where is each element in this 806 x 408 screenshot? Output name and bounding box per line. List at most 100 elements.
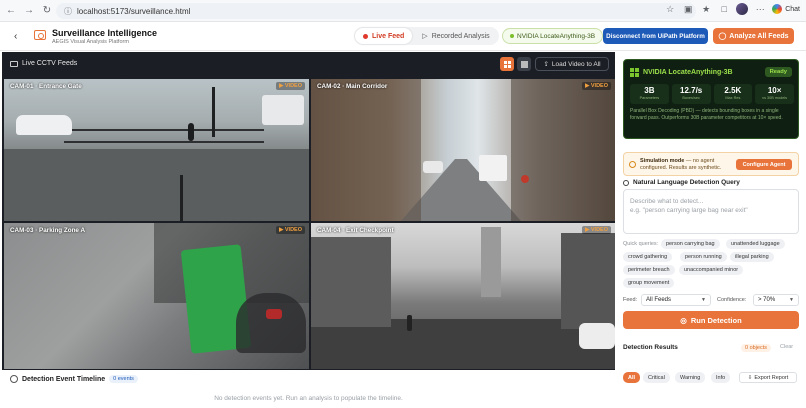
url-text: localhost:5173/surveillance.html — [77, 6, 191, 16]
feed-label: Feed: — [623, 297, 638, 303]
filter-all[interactable]: All — [623, 372, 641, 383]
vehicle — [579, 323, 615, 349]
timeline-count-badge: 0 events — [109, 375, 138, 383]
quick-query-chip[interactable]: unattended luggage — [726, 239, 785, 249]
forward-arrow-icon[interactable]: → — [22, 4, 36, 18]
severity-filters: All Critical Warning Info ⇩ Export Repor… — [623, 372, 803, 384]
pedestrian — [407, 315, 412, 331]
configure-agent-button[interactable]: Configure Agent — [736, 159, 792, 170]
crowd — [236, 293, 306, 353]
back-chevron-icon[interactable]: ‹ — [14, 31, 17, 42]
building-right — [561, 233, 615, 329]
stat-value: 3B — [644, 86, 655, 95]
camera-label-1: CAM-01 · Entrance Gate — [10, 83, 82, 90]
timeline-empty-text: No detection events yet. Run an analysis… — [214, 395, 403, 402]
app-subtitle: AEGIS Visual Analysis Platform — [52, 39, 129, 45]
stat-value: 2.5K — [724, 86, 742, 95]
building-right — [511, 79, 615, 221]
stat-parameters: 3B Parameters — [630, 84, 669, 104]
tab-live-feed-label: Live Feed — [372, 32, 405, 40]
profile-avatar[interactable] — [736, 3, 749, 15]
run-detection-button[interactable]: ◎ Run Detection — [623, 311, 799, 329]
grid-view-button[interactable] — [500, 57, 514, 71]
single-view-icon — [520, 60, 528, 68]
chat-button[interactable]: Chat — [772, 4, 800, 14]
collections-icon[interactable]: □ — [718, 3, 730, 15]
quick-query-chip[interactable]: crowd gathering — [623, 252, 673, 262]
feed-select[interactable]: All Feeds ▼ — [641, 294, 711, 306]
camera-label-3: CAM-03 · Parking Zone A — [10, 227, 85, 234]
red-sign — [521, 175, 529, 183]
quick-query-chip[interactable]: perimeter breach — [623, 265, 675, 275]
filter-critical[interactable]: Critical — [643, 372, 670, 383]
single-view-button[interactable] — [517, 57, 531, 71]
clear-results-button[interactable]: Clear — [780, 344, 793, 350]
event-timeline: Detection Event Timeline 0 events No det… — [2, 371, 615, 408]
stat-max-res: 2.5K Max Res — [713, 84, 753, 104]
camera-label-2: CAM-02 · Main Corridor — [317, 83, 388, 90]
camera-feed-1[interactable]: CAM-01 · Entrance Gate ▶ VIDEO — [4, 79, 309, 221]
model-description: Parallel Box Decoding (PBD) — detects bo… — [630, 108, 783, 121]
quick-query-chip[interactable]: person carrying bag — [661, 239, 720, 249]
white-van — [262, 95, 304, 125]
confidence-select[interactable]: > 70% ▼ — [753, 294, 799, 306]
load-video-button[interactable]: ⇪ Load Video to All — [535, 57, 609, 71]
favorites-icon[interactable]: ★ — [700, 3, 712, 15]
browser-toolbar: ← → ↻ ⓘ localhost:5173/surveillance.html… — [0, 0, 806, 22]
camera-feed-4[interactable]: CAM-04 · Exit Checkpoint ▶ VIDEO — [311, 223, 615, 369]
quick-query-chip[interactable]: group movement — [623, 278, 675, 288]
bookmark-star-icon[interactable]: ☆ — [664, 3, 676, 15]
pedestrian — [188, 123, 194, 141]
radar-icon: ◎ — [680, 315, 687, 325]
building-left — [311, 237, 391, 327]
tab-recorded-analysis[interactable]: ▷ Recorded Analysis — [414, 28, 497, 44]
disconnect-button[interactable]: Disconnect from UiPath Platform — [603, 28, 708, 44]
more-menu-icon[interactable]: ⋯ — [754, 3, 766, 15]
analyze-all-button[interactable]: ◯ Analyze All Feeds — [713, 28, 794, 44]
analyze-all-label: Analyze All Feeds — [729, 32, 789, 40]
chat-logo-icon — [772, 4, 783, 14]
feeds-heading-label: Live CCTV Feeds — [22, 60, 78, 67]
road-surface — [4, 149, 309, 221]
timeline-title: Detection Event Timeline — [22, 375, 106, 383]
address-bar[interactable]: ⓘ localhost:5173/surveillance.html — [56, 3, 696, 19]
stat-value: 12.7/s — [680, 86, 703, 95]
query-input[interactable]: Describe what to detect... e.g. "person … — [623, 189, 799, 234]
filter-warning[interactable]: Warning — [675, 372, 706, 383]
back-arrow-icon[interactable]: ← — [4, 4, 18, 18]
grid-icon — [503, 60, 511, 68]
quick-query-chip[interactable]: unaccompanied minor — [679, 265, 744, 275]
chevron-down-icon: ▼ — [701, 297, 706, 303]
live-dot-icon — [363, 33, 368, 39]
tab-live-feed[interactable]: Live Feed — [355, 28, 413, 44]
chat-label: Chat — [785, 5, 800, 13]
camera-feed-2[interactable]: CAM-02 · Main Corridor ▶ VIDEO — [311, 79, 615, 221]
model-online-dot-icon — [510, 34, 514, 38]
chip-icon — [630, 68, 639, 77]
load-video-label: Load Video to All — [551, 60, 601, 68]
chevron-down-icon: ▼ — [789, 297, 794, 303]
video-wall: Live CCTV Feeds ⇪ Load Video to All CAM-… — [2, 52, 615, 370]
camera-badge-2: ▶ VIDEO — [582, 82, 611, 90]
quick-query-chip[interactable]: person running — [680, 252, 727, 262]
stat-speedup: 10× vs 30B models — [755, 84, 794, 104]
stat-value: 10× — [767, 86, 782, 95]
export-report-label: Export Report — [754, 374, 789, 381]
clock-icon — [10, 375, 18, 383]
camera-badge-1: ▶ VIDEO — [276, 82, 305, 90]
query-placeholder-line-2: e.g. "person carrying large bag near exi… — [630, 207, 748, 214]
simulation-title: Simulation mode — [640, 158, 685, 164]
quick-query-chip[interactable]: illegal parking — [730, 252, 774, 262]
export-report-button[interactable]: ⇩ Export Report — [739, 372, 797, 383]
stat-key: vs 30B models — [762, 96, 788, 100]
timeline-heading: Detection Event Timeline 0 events — [10, 375, 138, 383]
camera-badge-3: ▶ VIDEO — [276, 226, 305, 234]
reload-icon[interactable]: ↻ — [40, 4, 54, 18]
camera-feed-3[interactable]: CAM-03 · Parking Zone A ▶ VIDEO — [4, 223, 309, 369]
filter-info[interactable]: Info — [711, 372, 731, 383]
traffic-pole — [212, 87, 215, 137]
extensions-icon[interactable]: ▣ — [682, 3, 694, 15]
model-ready-badge: Ready — [764, 67, 792, 77]
query-title: Natural Language Detection Query — [633, 179, 740, 186]
site-info-icon[interactable]: ⓘ — [64, 6, 72, 17]
